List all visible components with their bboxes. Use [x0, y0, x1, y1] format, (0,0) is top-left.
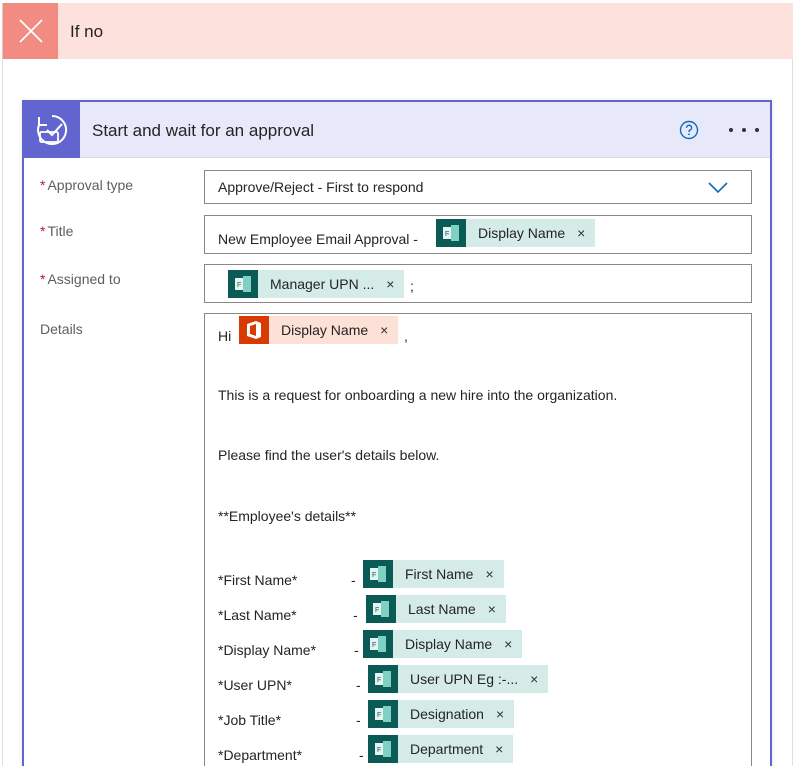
dynamic-token-user-upn[interactable]: F User UPN Eg :-... ×: [368, 665, 549, 693]
svg-text:F: F: [372, 642, 376, 649]
action-header[interactable]: Start and wait for an approval: [24, 102, 770, 158]
approval-type-label: * Approval type: [40, 177, 134, 193]
branch-title: If no: [70, 22, 104, 41]
forms-icon: F: [228, 270, 258, 298]
forms-icon: F: [436, 219, 466, 247]
detail-row-dash: -: [356, 712, 361, 728]
forms-icon: F: [366, 595, 396, 623]
dynamic-token-first-name[interactable]: F First Name ×: [363, 560, 504, 588]
help-icon[interactable]: [679, 120, 699, 140]
forms-icon: F: [363, 630, 393, 658]
remove-token-icon[interactable]: ×: [530, 671, 538, 687]
dynamic-token-department[interactable]: F Department ×: [368, 735, 514, 763]
detail-row-label: *User UPN*: [218, 677, 292, 693]
dynamic-token-designation[interactable]: F Designation ×: [368, 700, 515, 728]
detail-row-dash: -: [351, 572, 356, 588]
dynamic-token-display-name[interactable]: F Display Name ×: [436, 219, 596, 247]
detail-row-dash: -: [356, 677, 361, 693]
svg-text:F: F: [377, 747, 381, 754]
remove-token-icon[interactable]: ×: [504, 636, 512, 652]
dynamic-token-display-name-office[interactable]: Display Name ×: [239, 316, 399, 344]
assigned-to-label: * Assigned to: [40, 271, 121, 287]
detail-row-label: *Last Name*: [218, 607, 297, 623]
detail-row-label: *Display Name*: [218, 642, 317, 658]
forms-icon: F: [368, 700, 398, 728]
details-line-3: **Employee's details**: [218, 508, 357, 524]
remove-token-icon[interactable]: ×: [495, 741, 503, 757]
assigned-to-field[interactable]: F Manager UPN ... × ;: [204, 264, 752, 303]
detail-row-dash: -: [354, 642, 359, 658]
assigned-to-separator: ;: [410, 278, 414, 294]
remove-token-icon[interactable]: ×: [496, 706, 504, 722]
title-label: * Title: [40, 223, 74, 239]
approval-icon: [24, 102, 80, 158]
svg-text:F: F: [372, 572, 376, 579]
details-greeting-suffix: ,: [404, 328, 408, 344]
detail-row-dash: -: [359, 747, 364, 763]
approval-action-card: Start and wait for an approval * Approval…: [22, 100, 772, 766]
dynamic-token-last-name[interactable]: F Last Name ×: [366, 595, 506, 623]
svg-text:F: F: [445, 231, 449, 238]
details-line-1: This is a request for onboarding a new h…: [218, 387, 618, 403]
remove-token-icon[interactable]: ×: [488, 601, 496, 617]
approval-type-value: Approve/Reject - First to respond: [218, 179, 424, 195]
detail-row-label: *Department*: [218, 747, 303, 763]
more-options-icon[interactable]: [729, 118, 759, 142]
remove-token-icon[interactable]: ×: [380, 322, 388, 338]
svg-text:F: F: [377, 677, 381, 684]
approval-type-dropdown[interactable]: Approve/Reject - First to respond: [204, 170, 752, 204]
action-title: Start and wait for an approval: [92, 121, 315, 140]
branch-header-if-no[interactable]: If no: [2, 3, 793, 59]
details-greeting: Hi: [218, 328, 232, 344]
detail-row-label: *Job Title*: [218, 712, 282, 728]
detail-row-label: *First Name*: [218, 572, 298, 588]
svg-text:F: F: [375, 607, 379, 614]
forms-icon: F: [368, 665, 398, 693]
detail-row-dash: -: [353, 607, 358, 623]
svg-text:F: F: [377, 712, 381, 719]
office365-icon: [239, 316, 269, 344]
remove-token-icon[interactable]: ×: [386, 276, 394, 292]
svg-text:F: F: [237, 282, 241, 289]
forms-icon: F: [368, 735, 398, 763]
dynamic-token-display-name[interactable]: F Display Name ×: [363, 630, 523, 658]
title-prefix-text: New Employee Email Approval -: [218, 231, 418, 247]
details-label: Details: [40, 321, 83, 337]
remove-token-icon[interactable]: ×: [577, 225, 585, 241]
title-field[interactable]: New Employee Email Approval - F Display …: [204, 215, 752, 254]
forms-icon: F: [363, 560, 393, 588]
close-icon: [3, 3, 58, 59]
details-line-2: Please find the user's details below.: [218, 447, 440, 463]
chevron-down-icon[interactable]: [708, 181, 728, 197]
dynamic-token-manager-upn[interactable]: F Manager UPN ... ×: [228, 270, 405, 298]
remove-token-icon[interactable]: ×: [485, 566, 493, 582]
details-field[interactable]: Hi Display Name × , This is a request for…: [204, 313, 752, 766]
